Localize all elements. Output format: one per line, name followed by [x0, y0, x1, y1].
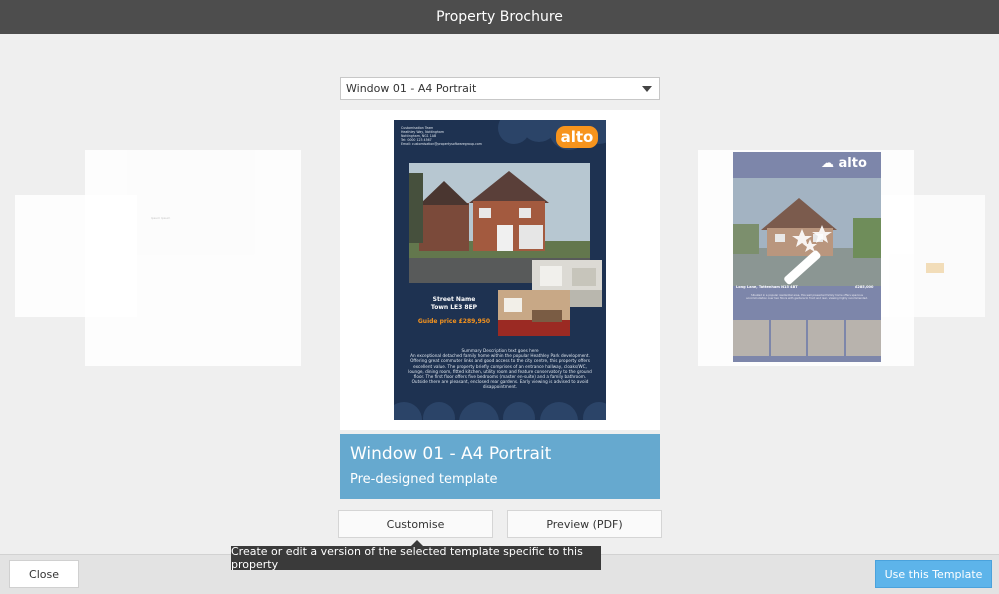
- brochure-contact: Customisation Team Heathley Way, Notting…: [401, 126, 482, 146]
- property-thumbnails: [733, 320, 881, 356]
- brochure-address: Street Name Town LE3 8EP: [430, 296, 478, 311]
- template-info: Window 01 - A4 Portrait Pre-designed tem…: [340, 434, 660, 499]
- template-subtitle: Pre-designed template: [350, 472, 498, 487]
- alto-logo: alto: [556, 126, 598, 148]
- brochure-guide-price: Guide price £289,950: [417, 318, 491, 325]
- preview-pdf-button[interactable]: Preview (PDF): [507, 510, 662, 538]
- property-location: Long Lane, Tottenham N15 4BT: [736, 285, 798, 289]
- close-button[interactable]: Close: [9, 560, 79, 588]
- window-title: Property Brochure: [0, 0, 999, 34]
- template-select[interactable]: Window 01 - A4 Portrait: [340, 77, 660, 100]
- property-price: £285,000: [855, 285, 874, 289]
- alto-logo: ☁ alto: [821, 156, 867, 171]
- use-template-button[interactable]: Use this Template: [875, 560, 992, 588]
- magic-wand-icon: [784, 225, 832, 285]
- customise-tooltip: Create or edit a version of the selected…: [231, 540, 601, 571]
- template-name: Window 01 - A4 Portrait: [350, 444, 552, 464]
- template-card-previous-2[interactable]: [15, 195, 137, 317]
- template-select-value: Window 01 - A4 Portrait: [346, 82, 477, 95]
- property-description: Situated in a popular residential area, …: [746, 294, 868, 301]
- property-photo-lounge: [498, 290, 570, 336]
- template-preview-selected[interactable]: Customisation Team Heathley Way, Notting…: [394, 120, 606, 420]
- clouds-decoration-bottom: [394, 402, 606, 420]
- customise-button[interactable]: Customise: [338, 510, 493, 538]
- brochure-summary: Summary Description text goes here An ex…: [408, 348, 592, 390]
- chevron-down-icon: [642, 86, 652, 92]
- ghost-text: Ipsum Ipsum: [151, 216, 171, 220]
